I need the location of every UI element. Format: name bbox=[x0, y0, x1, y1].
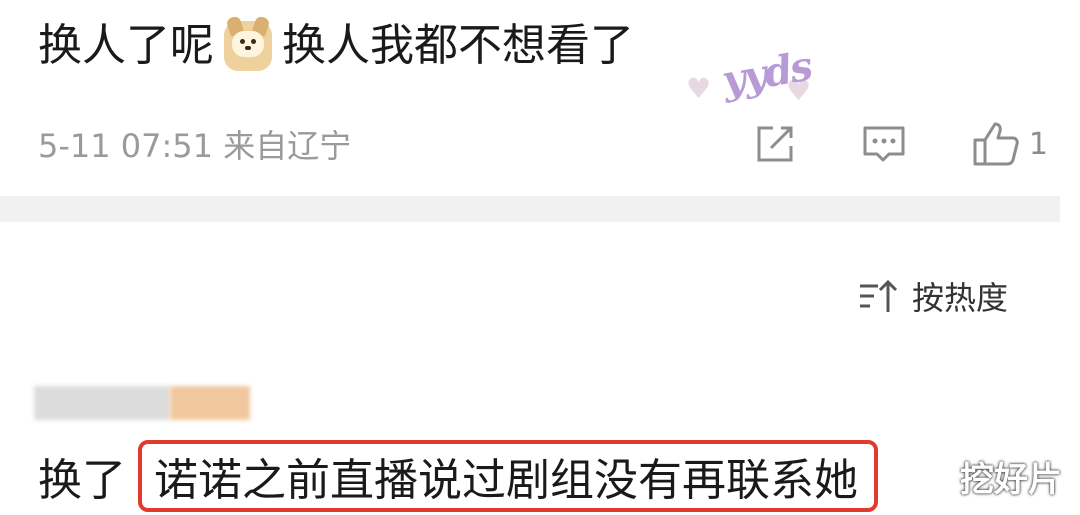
yyds-sticker: ♥ ♥ yyds bbox=[686, 43, 816, 108]
comment-icon bbox=[863, 126, 905, 162]
post-text: 换人了呢 换人我都不想看了 bbox=[38, 14, 634, 78]
like-button[interactable]: 1 bbox=[971, 120, 1048, 168]
reply-comment: 换了 诺诺之前直播说过剧组没有再联系她 bbox=[38, 440, 878, 512]
sort-toggle[interactable]: 按热度 bbox=[856, 272, 1008, 320]
thumbs-up-icon bbox=[973, 122, 1019, 166]
blurred-username bbox=[34, 386, 260, 420]
sort-label: 按热度 bbox=[911, 279, 1008, 317]
post-actions: 1 bbox=[753, 118, 1048, 170]
post-text-before: 换人了呢 bbox=[38, 20, 214, 71]
heart-icon: ♥ bbox=[686, 72, 712, 105]
timestamp-location: 5-11 07:51 来自辽宁 bbox=[38, 127, 352, 165]
watermark: 挖好片 bbox=[960, 460, 1062, 500]
share-button[interactable] bbox=[753, 122, 797, 166]
highlighted-reply-text: 诺诺之前直播说过剧组没有再联系她 bbox=[138, 440, 878, 512]
like-count: 1 bbox=[1028, 126, 1048, 162]
comment-button[interactable] bbox=[861, 122, 907, 166]
dog-face-emoji-icon bbox=[224, 15, 272, 71]
post-meta-row: 5-11 07:51 来自辽宁 1 bbox=[38, 118, 1048, 170]
share-icon bbox=[757, 126, 793, 162]
reply-prefix-text: 换了 bbox=[38, 455, 126, 506]
post-text-after: 换人我都不想看了 bbox=[282, 20, 634, 71]
section-divider bbox=[0, 196, 1060, 222]
sort-icon bbox=[859, 279, 898, 312]
